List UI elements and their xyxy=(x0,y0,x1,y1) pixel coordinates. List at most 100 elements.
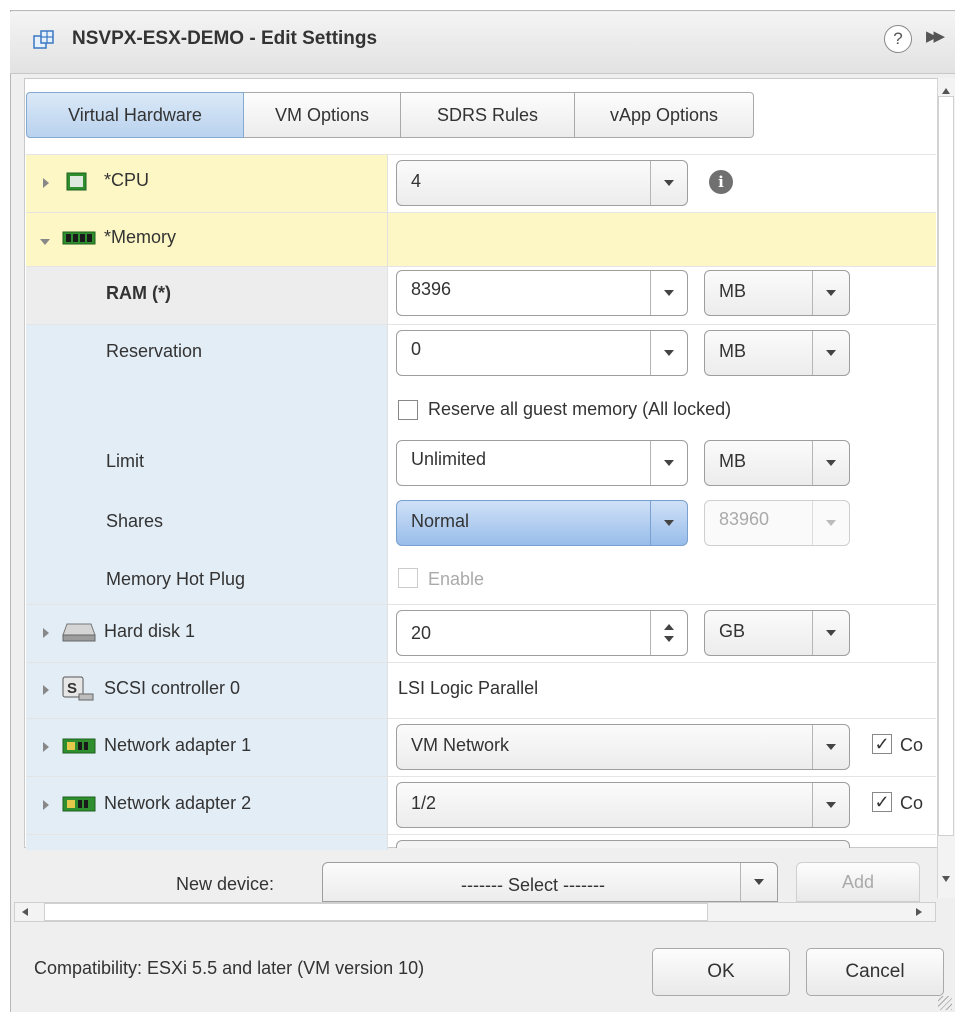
chevron-down-icon[interactable] xyxy=(740,863,777,901)
network-adapter-1-label: Network adapter 1 xyxy=(104,735,252,755)
row-separator xyxy=(26,718,936,719)
expand-network-adapter-1-icon[interactable] xyxy=(43,742,49,752)
new-device-label: New device: xyxy=(176,874,275,894)
network-adapter-1-value: VM Network xyxy=(411,735,510,755)
expand-panel-icon[interactable]: ▶▶ xyxy=(926,27,945,45)
network-adapter-1-connect-label: Co xyxy=(900,735,924,755)
hot-plug-enable-checkbox[interactable] xyxy=(398,568,418,588)
scroll-up-icon[interactable] xyxy=(942,88,950,94)
ram-unit-select[interactable]: MB xyxy=(704,270,850,316)
hard-disk-size-value: 20 xyxy=(411,623,432,643)
hard-disk-unit-value: GB xyxy=(719,621,746,641)
limit-combo[interactable]: Unlimited xyxy=(396,440,688,486)
chevron-down-icon xyxy=(812,501,849,545)
new-device-select-value: ------- Select ------- xyxy=(461,875,605,895)
shares-number-field[interactable]: 83960 xyxy=(704,500,850,546)
row-separator xyxy=(26,662,936,663)
collapse-memory-icon[interactable] xyxy=(40,239,50,245)
ram-size-value: 8396 xyxy=(411,279,452,299)
row-separator xyxy=(26,266,936,267)
hot-plug-enable-label: Enable xyxy=(428,569,485,589)
chevron-down-icon[interactable] xyxy=(650,161,687,205)
chevron-down-icon[interactable] xyxy=(812,611,849,655)
scsi-controller-label: SCSI controller 0 xyxy=(104,678,241,698)
scsi-controller-icon: S xyxy=(62,676,94,701)
chevron-down-icon[interactable] xyxy=(650,441,687,485)
chevron-down-icon[interactable] xyxy=(812,441,849,485)
tab-virtual-hardware[interactable]: Virtual Hardware xyxy=(26,92,244,138)
cpu-count-value: 4 xyxy=(411,171,422,191)
cpu-chip-icon xyxy=(66,172,87,191)
next-row-select-partial xyxy=(396,840,850,848)
network-adapter-1-connect-checkbox[interactable]: ✓ xyxy=(872,734,892,754)
expand-cpu-icon[interactable] xyxy=(43,178,49,188)
ram-size-combo[interactable]: 8396 xyxy=(396,270,688,316)
info-icon[interactable]: i xyxy=(709,170,733,194)
chevron-down-icon[interactable] xyxy=(812,331,849,375)
chevron-down-icon[interactable] xyxy=(650,501,687,545)
hard-disk-size-spinner[interactable]: 20 xyxy=(396,610,688,656)
horizontal-scroll-thumb[interactable] xyxy=(44,903,708,921)
chevron-down-icon[interactable] xyxy=(812,725,849,769)
limit-label: Limit xyxy=(106,451,145,471)
compatibility-text: Compatibility: ESXi 5.5 and later (VM ve… xyxy=(34,958,425,978)
shares-label: Shares xyxy=(106,511,164,531)
scroll-right-icon[interactable] xyxy=(916,908,922,916)
shares-level-value: Normal xyxy=(411,511,470,531)
row-separator xyxy=(26,834,936,835)
expand-scsi-icon[interactable] xyxy=(43,685,49,695)
chevron-down-icon[interactable] xyxy=(650,331,687,375)
ram-row-background xyxy=(26,266,387,324)
ok-button[interactable]: OK xyxy=(652,948,790,996)
memory-hot-plug-label: Memory Hot Plug xyxy=(106,569,246,589)
cancel-button[interactable]: Cancel xyxy=(806,948,944,996)
shares-level-select[interactable]: Normal xyxy=(396,500,688,546)
limit-unit-select[interactable]: MB xyxy=(704,440,850,486)
new-device-select[interactable]: ------- Select ------- xyxy=(322,862,778,902)
resize-grip-icon[interactable] xyxy=(938,996,952,1010)
limit-value: Unlimited xyxy=(411,449,487,469)
add-device-button[interactable]: Add xyxy=(796,862,920,902)
expand-network-adapter-2-icon[interactable] xyxy=(43,800,49,810)
shares-number-value: 83960 xyxy=(719,509,770,529)
network-adapter-2-select[interactable]: 1/2 xyxy=(396,782,850,828)
chevron-down-icon[interactable] xyxy=(812,271,849,315)
hard-disk-icon xyxy=(62,623,96,642)
chevron-down-icon[interactable] xyxy=(650,271,687,315)
scroll-down-icon[interactable] xyxy=(942,876,950,882)
reservation-label: Reservation xyxy=(106,341,203,361)
vertical-scroll-thumb[interactable] xyxy=(938,96,954,836)
row-separator xyxy=(26,324,936,325)
cpu-count-select[interactable]: 4 xyxy=(396,160,688,206)
memory-module-icon xyxy=(62,231,96,245)
network-adapter-2-value: 1/2 xyxy=(411,793,437,813)
hard-disk-unit-select[interactable]: GB xyxy=(704,610,850,656)
network-adapter-2-label: Network adapter 2 xyxy=(104,793,252,813)
stepper-icon[interactable] xyxy=(650,611,687,655)
reserve-all-memory-label: Reserve all guest memory (All locked) xyxy=(428,399,732,419)
network-adapter-icon xyxy=(62,738,96,754)
tab-vapp-options[interactable]: vApp Options xyxy=(575,92,754,138)
help-icon[interactable]: ? xyxy=(884,25,912,53)
reservation-unit-value: MB xyxy=(719,341,746,361)
memory-label: *Memory xyxy=(104,227,177,247)
reservation-value: 0 xyxy=(411,339,422,359)
tab-sdrs-rules[interactable]: SDRS Rules xyxy=(401,92,575,138)
network-adapter-2-connect-label: Co xyxy=(900,793,924,813)
tab-vm-options[interactable]: VM Options xyxy=(244,92,401,138)
reserve-all-memory-checkbox[interactable] xyxy=(398,400,418,420)
reservation-unit-select[interactable]: MB xyxy=(704,330,850,376)
expand-hard-disk-icon[interactable] xyxy=(43,628,49,638)
row-separator xyxy=(26,212,936,213)
hard-disk-label: Hard disk 1 xyxy=(104,621,196,641)
virtual-machine-icon xyxy=(33,30,54,49)
tab-strip: Virtual Hardware VM Options SDRS Rules v… xyxy=(26,92,754,138)
network-adapter-1-select[interactable]: VM Network xyxy=(396,724,850,770)
row-separator xyxy=(26,154,936,155)
network-adapter-2-connect-checkbox[interactable]: ✓ xyxy=(872,792,892,812)
svg-text:S: S xyxy=(67,680,77,697)
ram-unit-value: MB xyxy=(719,281,746,301)
chevron-down-icon[interactable] xyxy=(812,783,849,827)
scroll-left-icon[interactable] xyxy=(22,908,28,916)
reservation-combo[interactable]: 0 xyxy=(396,330,688,376)
